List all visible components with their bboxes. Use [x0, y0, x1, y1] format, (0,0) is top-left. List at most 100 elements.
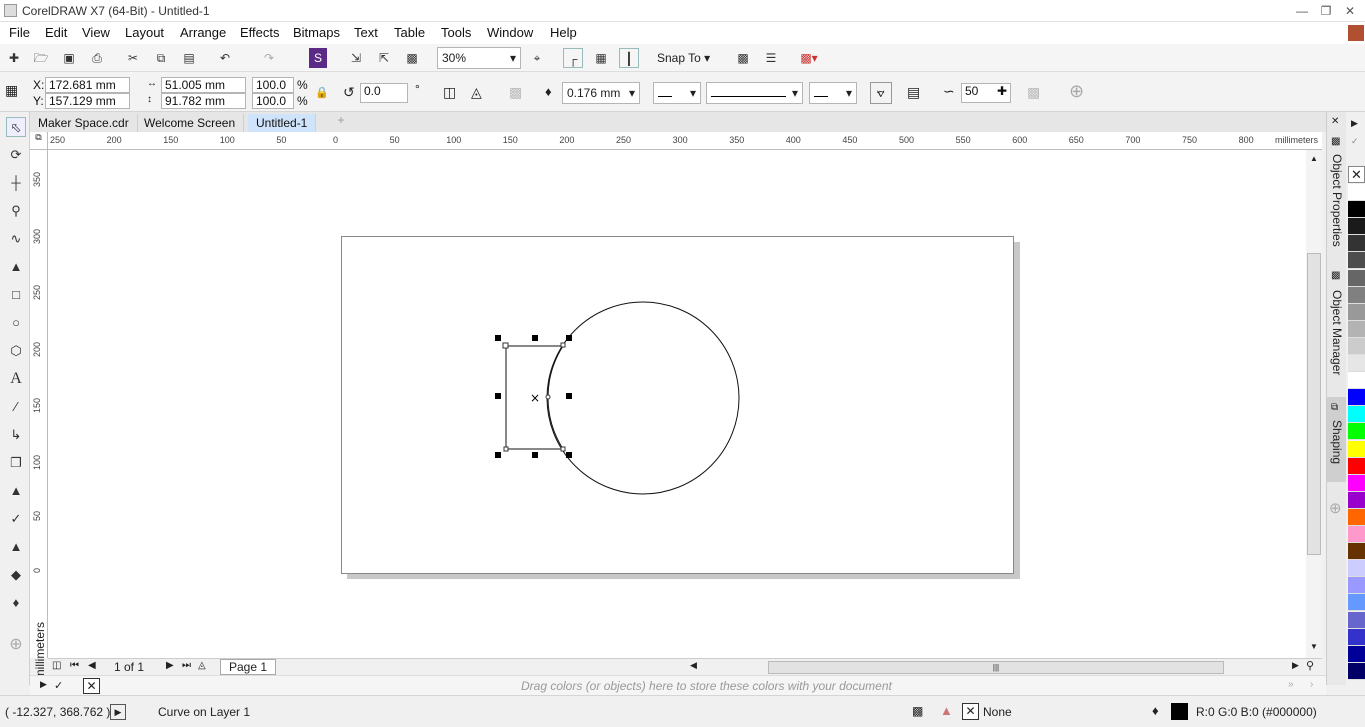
palette-swatch[interactable]: [1348, 337, 1365, 355]
new-document-icon[interactable]: ✚: [4, 48, 24, 68]
doc-palette-menu-icon[interactable]: ▶: [40, 679, 47, 690]
application-launcher-icon[interactable]: ▩▾: [799, 48, 819, 68]
doc-palette-expand-icon[interactable]: »: [1288, 679, 1294, 690]
palette-swatch[interactable]: [1348, 201, 1365, 219]
doc-palette-eyedropper-icon[interactable]: ✓: [54, 679, 63, 692]
menu-text[interactable]: Text: [354, 25, 378, 40]
first-page-icon[interactable]: ⏮: [70, 660, 79, 671]
palette-swatch[interactable]: [1348, 628, 1365, 646]
options-icon[interactable]: ▩: [733, 48, 753, 68]
outline-pen-icon[interactable]: ♦: [6, 593, 26, 613]
palette-swatch[interactable]: [1348, 372, 1365, 390]
palette-swatch[interactable]: [1348, 594, 1365, 612]
tab-welcome-screen[interactable]: Welcome Screen: [136, 114, 245, 132]
freehand-tool-icon[interactable]: ∿: [6, 229, 26, 249]
menu-arrange[interactable]: Arrange: [180, 25, 226, 40]
add-tool-icon[interactable]: ⊕: [6, 635, 26, 655]
smart-fill-icon[interactable]: ◆: [6, 565, 26, 585]
palette-eyedropper-icon[interactable]: ✓: [1351, 136, 1359, 147]
menu-help[interactable]: Help: [550, 25, 577, 40]
palette-swatch[interactable]: [1348, 491, 1365, 509]
scroll-right-icon[interactable]: ▶: [1292, 660, 1299, 671]
minimize-icon[interactable]: —: [1291, 2, 1313, 20]
drop-shadow-icon[interactable]: ❐: [6, 453, 26, 473]
text-wrap-icon[interactable]: ▤: [907, 84, 920, 101]
publish-pdf-icon[interactable]: ▩: [402, 48, 422, 68]
end-arrowhead-dropdown[interactable]: ▾: [809, 82, 857, 104]
node-tool-icon[interactable]: ▩: [1027, 84, 1040, 101]
next-page-icon[interactable]: ▶: [166, 660, 174, 671]
copy-icon[interactable]: ⧉: [151, 48, 171, 68]
close-icon[interactable]: ✕: [1339, 2, 1361, 20]
docker-tab-object-manager[interactable]: Object Manager: [1330, 290, 1344, 375]
page-tab-1[interactable]: Page 1: [220, 659, 277, 675]
guidelines-toggle-icon[interactable]: ┃: [619, 48, 639, 68]
docker-tab-shaping[interactable]: Shaping: [1330, 420, 1344, 464]
user-avatar[interactable]: [1348, 25, 1364, 41]
scroll-left-icon[interactable]: ◀: [690, 660, 697, 671]
palette-swatch[interactable]: [1348, 508, 1365, 526]
palette-swatch[interactable]: [1348, 235, 1365, 253]
doc-palette-none-swatch[interactable]: ✕: [83, 678, 100, 694]
menu-edit[interactable]: Edit: [45, 25, 67, 40]
drawing-canvas[interactable]: ×: [48, 150, 1306, 658]
ruler-origin-icon[interactable]: ⧉: [30, 132, 48, 150]
tab-untitled-1[interactable]: Untitled-1: [248, 114, 317, 132]
docker-close-icon[interactable]: ✕: [1331, 116, 1339, 127]
parallel-dimension-icon[interactable]: ∕: [6, 397, 26, 417]
vertical-scroll-thumb[interactable]: [1307, 253, 1321, 555]
y-position-field[interactable]: 157.129 mm: [45, 93, 130, 109]
no-color-swatch[interactable]: ✕: [1348, 166, 1365, 183]
menu-file[interactable]: File: [9, 25, 30, 40]
scale-y-field[interactable]: 100.0: [252, 93, 294, 109]
redo-icon[interactable]: ↷: [259, 48, 279, 68]
new-tab-icon[interactable]: +: [332, 113, 350, 131]
mirror-horizontal-icon[interactable]: ◫: [443, 84, 456, 101]
paste-icon[interactable]: ▤: [179, 48, 199, 68]
horizontal-ruler[interactable]: millimeters 250 200 150 100 50 0 50 100 150 200 25…: [48, 132, 1322, 150]
palette-swatch[interactable]: [1348, 252, 1365, 270]
palette-swatch[interactable]: [1348, 286, 1365, 304]
rulers-toggle-icon[interactable]: ┌: [563, 48, 583, 68]
add-docker-icon[interactable]: ⊕: [1329, 499, 1342, 517]
palette-swatch[interactable]: [1348, 355, 1365, 372]
grid-toggle-icon[interactable]: ▦: [591, 48, 611, 68]
snap-to-button[interactable]: Snap To ▾: [657, 51, 710, 65]
palette-swatch[interactable]: [1348, 560, 1365, 578]
cut-icon[interactable]: ✂: [123, 48, 143, 68]
shape-tool-icon[interactable]: ⟳: [6, 145, 26, 165]
launch-icon[interactable]: ☰: [761, 48, 781, 68]
color-proof-icon[interactable]: ▩: [912, 704, 923, 718]
vertical-ruler[interactable]: millimeters 350 300 250 200 150 100 50 0: [30, 150, 48, 679]
horizontal-scroll-thumb[interactable]: |||: [768, 661, 1224, 674]
print-icon[interactable]: ⎙: [87, 48, 107, 68]
smoothing-field[interactable]: 50 ✚: [961, 83, 1011, 103]
circle-shape[interactable]: [546, 301, 740, 495]
rotation-field[interactable]: 0.0: [360, 83, 408, 103]
palette-swatch[interactable]: [1348, 269, 1365, 287]
menu-effects[interactable]: Effects: [240, 25, 280, 40]
palette-swatch[interactable]: [1348, 526, 1365, 543]
eyedropper-icon[interactable]: ✓: [6, 509, 26, 529]
pick-tool-icon[interactable]: ⬁: [6, 117, 26, 137]
export-icon[interactable]: ⇱: [374, 48, 394, 68]
palette-swatch[interactable]: [1348, 645, 1365, 663]
close-curve-icon[interactable]: ⦡: [870, 82, 892, 104]
scale-x-field[interactable]: 100.0: [252, 77, 294, 93]
open-icon[interactable]: 🗁: [31, 48, 51, 68]
import-icon[interactable]: ⇲: [346, 48, 366, 68]
menu-layout[interactable]: Layout: [125, 25, 164, 40]
scroll-down-icon[interactable]: ▼: [1310, 642, 1318, 651]
palette-swatch[interactable]: [1348, 440, 1365, 458]
combine-icon[interactable]: ▩: [509, 84, 522, 101]
docker-tab-object-properties[interactable]: Object Properties: [1330, 154, 1344, 247]
x-position-field[interactable]: 172.681 mm: [45, 77, 130, 93]
zoom-to-page-icon[interactable]: ⌖: [527, 48, 547, 68]
prev-page-icon[interactable]: ◀: [88, 660, 96, 671]
scroll-up-icon[interactable]: ▲: [1310, 154, 1318, 163]
palette-swatch[interactable]: [1348, 303, 1365, 321]
outline-width-dropdown[interactable]: 0.176 mm ▾: [562, 82, 640, 104]
smart-fill-icon[interactable]: ▲: [6, 257, 26, 277]
palette-swatch[interactable]: [1348, 457, 1365, 475]
palette-scroll-right-icon[interactable]: ▶: [1351, 118, 1358, 129]
